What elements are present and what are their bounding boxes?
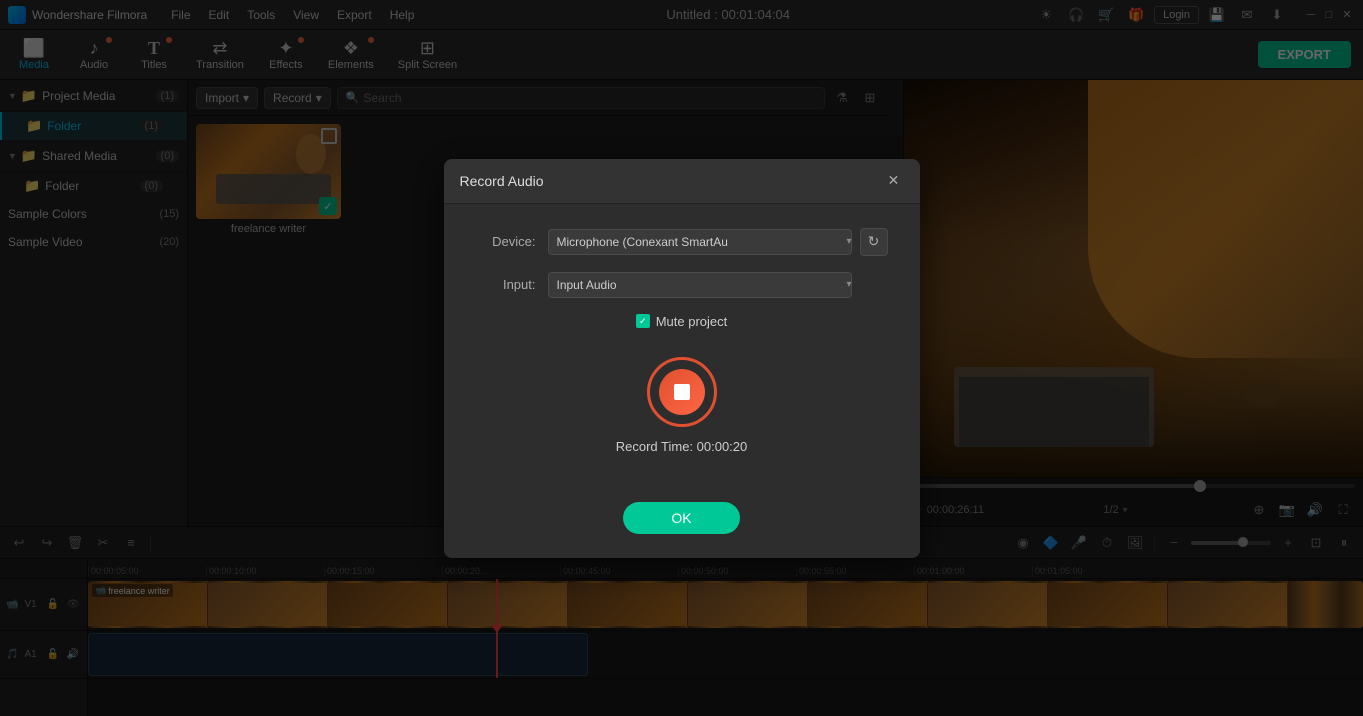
input-label: Input: <box>476 277 536 292</box>
modal-header: Record Audio ✕ <box>444 159 920 204</box>
input-row: Input: Input Audio ▾ <box>476 272 888 298</box>
record-time-display: Record Time: 00:00:20 <box>616 439 748 454</box>
device-select[interactable]: Microphone (Conexant SmartAu <box>548 229 852 255</box>
stop-icon <box>674 384 690 400</box>
record-stop-button[interactable] <box>647 357 717 427</box>
modal-body: Device: Microphone (Conexant SmartAu ▾ ↻… <box>444 204 920 502</box>
mute-checkbox-wrap[interactable]: ✓ Mute project <box>636 314 728 329</box>
record-stop-inner <box>659 369 705 415</box>
mute-checkbox-label: Mute project <box>656 314 728 329</box>
ok-button[interactable]: OK <box>623 502 739 534</box>
modal-close-button[interactable]: ✕ <box>884 171 904 191</box>
record-audio-dialog: Record Audio ✕ Device: Microphone (Conex… <box>444 159 920 558</box>
modal-overlay[interactable]: Record Audio ✕ Device: Microphone (Conex… <box>0 0 1363 716</box>
device-label: Device: <box>476 234 536 249</box>
record-button-area: Record Time: 00:00:20 <box>476 357 888 454</box>
device-row: Device: Microphone (Conexant SmartAu ▾ ↻ <box>476 228 888 256</box>
device-select-wrap: Microphone (Conexant SmartAu ▾ ↻ <box>548 228 888 256</box>
modal-title: Record Audio <box>460 173 884 189</box>
mute-checkbox[interactable]: ✓ <box>636 314 650 328</box>
mute-row: ✓ Mute project <box>476 314 888 329</box>
input-select[interactable]: Input Audio <box>548 272 852 298</box>
device-refresh-button[interactable]: ↻ <box>860 228 888 256</box>
modal-footer: OK <box>444 502 920 558</box>
input-select-wrap: Input Audio ▾ <box>548 272 888 298</box>
